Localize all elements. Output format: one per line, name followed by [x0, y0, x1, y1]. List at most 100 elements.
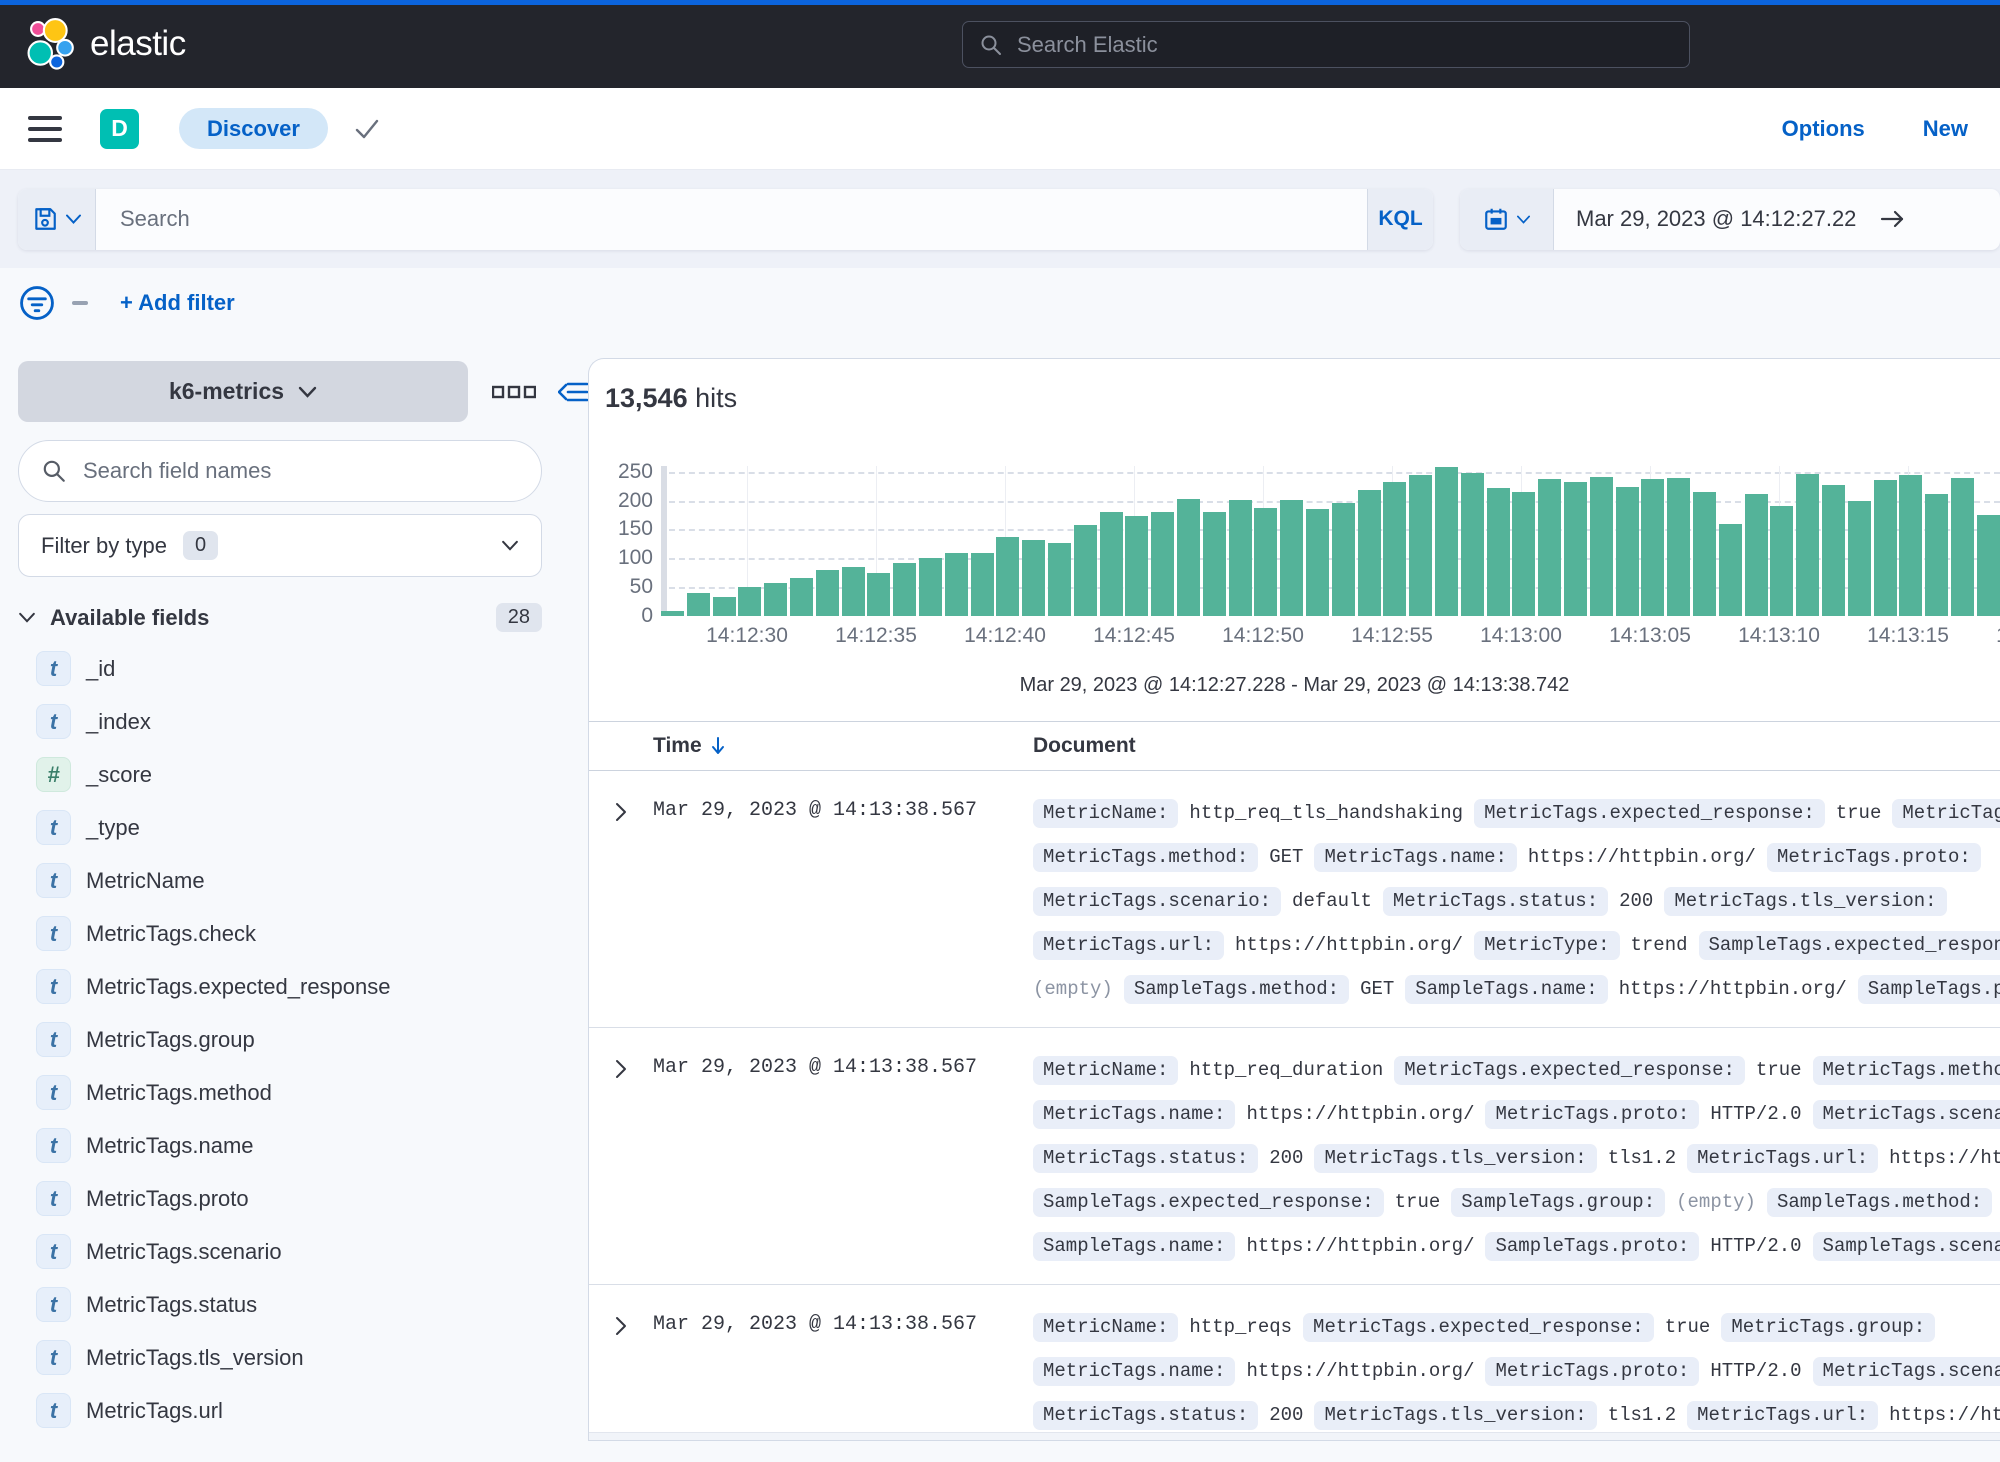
- histogram-bar[interactable]: [1203, 512, 1226, 616]
- histogram-bar[interactable]: [1899, 475, 1922, 616]
- field-settings-icon[interactable]: [492, 385, 536, 399]
- histogram-bar[interactable]: [1512, 492, 1535, 616]
- histogram-bar[interactable]: [842, 567, 865, 616]
- histogram-bar[interactable]: [1538, 479, 1561, 616]
- menu-icon[interactable]: [28, 116, 62, 142]
- field-item-MetricName[interactable]: tMetricName: [18, 854, 588, 907]
- y-tick-label: 200: [618, 489, 653, 513]
- histogram-bar[interactable]: [1151, 512, 1174, 616]
- histogram-bar[interactable]: [1280, 500, 1303, 616]
- data-view-picker[interactable]: k6-metrics: [18, 361, 468, 422]
- histogram-bar[interactable]: [1383, 482, 1406, 616]
- histogram-bar[interactable]: [1409, 475, 1432, 616]
- field-item-MetricTags.scenario[interactable]: tMetricTags.scenario: [18, 1225, 588, 1278]
- field-name-pill: MetricTags.name:: [1314, 843, 1516, 872]
- field-search-input[interactable]: Search field names: [18, 440, 542, 502]
- histogram-bar[interactable]: [1487, 488, 1510, 616]
- histogram-bar[interactable]: [790, 578, 813, 616]
- histogram-bar[interactable]: [1667, 478, 1690, 616]
- collapse-sidebar-icon[interactable]: [558, 380, 588, 404]
- histogram-bar[interactable]: [971, 553, 994, 616]
- histogram-bar[interactable]: [1848, 501, 1871, 616]
- histogram-bar[interactable]: [1435, 467, 1458, 616]
- expand-row-icon[interactable]: [614, 1315, 628, 1337]
- breadcrumb-discover[interactable]: Discover: [179, 108, 328, 149]
- field-value: https://httpbin.org/: [1889, 1404, 2000, 1426]
- histogram-bar[interactable]: [1951, 478, 1974, 616]
- histogram-bar[interactable]: [1048, 543, 1071, 616]
- field-item-MetricTags.expected_response[interactable]: tMetricTags.expected_response: [18, 960, 588, 1013]
- histogram-bar[interactable]: [816, 570, 839, 616]
- add-filter-button[interactable]: + Add filter: [120, 290, 235, 316]
- histogram-bar[interactable]: [1745, 494, 1768, 616]
- histogram-bar[interactable]: [1254, 508, 1277, 616]
- histogram-bar[interactable]: [1332, 503, 1355, 616]
- histogram-bar[interactable]: [1590, 477, 1613, 616]
- histogram-bar[interactable]: [893, 563, 916, 616]
- histogram-plot[interactable]: [661, 466, 2000, 616]
- saved-query-menu-button[interactable]: [18, 189, 96, 250]
- new-button[interactable]: New: [1923, 116, 1968, 142]
- field-item-MetricTags.proto[interactable]: tMetricTags.proto: [18, 1172, 588, 1225]
- field-value-empty: (empty): [1676, 1191, 1756, 1213]
- histogram-bar[interactable]: [661, 611, 684, 616]
- histogram-bar[interactable]: [1977, 515, 2000, 616]
- histogram-bar[interactable]: [919, 558, 942, 616]
- expand-row-icon[interactable]: [614, 1058, 628, 1080]
- histogram-bar[interactable]: [1616, 487, 1639, 616]
- histogram-bar[interactable]: [1461, 473, 1484, 616]
- histogram-bar[interactable]: [1074, 525, 1097, 616]
- options-button[interactable]: Options: [1782, 116, 1865, 142]
- field-item-MetricTags.check[interactable]: tMetricTags.check: [18, 907, 588, 960]
- histogram-bar[interactable]: [1125, 516, 1148, 616]
- histogram-bar[interactable]: [1564, 482, 1587, 616]
- filter-by-type-dropdown[interactable]: Filter by type 0: [18, 514, 542, 577]
- field-item-MetricTags.method[interactable]: tMetricTags.method: [18, 1066, 588, 1119]
- filter-icon[interactable]: [18, 284, 56, 322]
- histogram-bar[interactable]: [1822, 485, 1845, 616]
- hits-count-line: 13,546 hits: [589, 359, 2000, 414]
- kql-query-input[interactable]: Search: [96, 189, 1367, 250]
- text-field-icon: t: [36, 1022, 71, 1057]
- elastic-logo[interactable]: elastic: [24, 17, 186, 71]
- histogram-bar[interactable]: [945, 553, 968, 616]
- histogram-bar[interactable]: [1770, 506, 1793, 616]
- field-item-MetricTags.status[interactable]: tMetricTags.status: [18, 1278, 588, 1331]
- global-search-input[interactable]: Search Elastic: [962, 21, 1690, 68]
- histogram-bar[interactable]: [764, 583, 787, 616]
- histogram-bar[interactable]: [996, 537, 1019, 616]
- histogram-bar[interactable]: [1874, 480, 1897, 616]
- field-item-MetricTags.url[interactable]: tMetricTags.url: [18, 1384, 588, 1437]
- field-item-_id[interactable]: t_id: [18, 642, 588, 695]
- field-item-MetricTags.group[interactable]: tMetricTags.group: [18, 1013, 588, 1066]
- histogram-bar[interactable]: [1358, 490, 1381, 616]
- histogram-bar[interactable]: [1719, 524, 1742, 616]
- histogram-bar[interactable]: [1693, 492, 1716, 616]
- histogram-bar[interactable]: [1641, 479, 1664, 616]
- available-fields-count: 28: [496, 603, 542, 632]
- space-avatar[interactable]: D: [100, 109, 139, 149]
- histogram-bar[interactable]: [1229, 500, 1252, 616]
- date-quick-select-button[interactable]: [1460, 189, 1554, 250]
- histogram-bar[interactable]: [1306, 509, 1329, 616]
- field-item-MetricTags.name[interactable]: tMetricTags.name: [18, 1119, 588, 1172]
- available-fields-header[interactable]: Available fields 28: [18, 603, 542, 632]
- field-item-MetricTags.tls_version[interactable]: tMetricTags.tls_version: [18, 1331, 588, 1384]
- histogram-bar[interactable]: [1796, 474, 1819, 616]
- expand-row-icon[interactable]: [614, 801, 628, 823]
- histogram-bar[interactable]: [1100, 512, 1123, 616]
- field-item-_type[interactable]: t_type: [18, 801, 588, 854]
- histogram-bar[interactable]: [1177, 499, 1200, 616]
- time-column-header[interactable]: Time: [653, 734, 1033, 758]
- field-item-_score[interactable]: #_score: [18, 748, 588, 801]
- histogram-bar[interactable]: [738, 587, 761, 616]
- histogram-bar[interactable]: [1022, 540, 1045, 616]
- date-range-start[interactable]: Mar 29, 2023 @ 14:12:27.22: [1554, 206, 1878, 232]
- histogram-bar[interactable]: [1925, 494, 1948, 616]
- discover-content: k6-metrics: [0, 338, 2000, 1462]
- kql-language-button[interactable]: KQL: [1367, 189, 1433, 250]
- field-item-_index[interactable]: t_index: [18, 695, 588, 748]
- histogram-bar[interactable]: [867, 573, 890, 616]
- histogram-bar[interactable]: [713, 597, 736, 616]
- histogram-bar[interactable]: [687, 593, 710, 616]
